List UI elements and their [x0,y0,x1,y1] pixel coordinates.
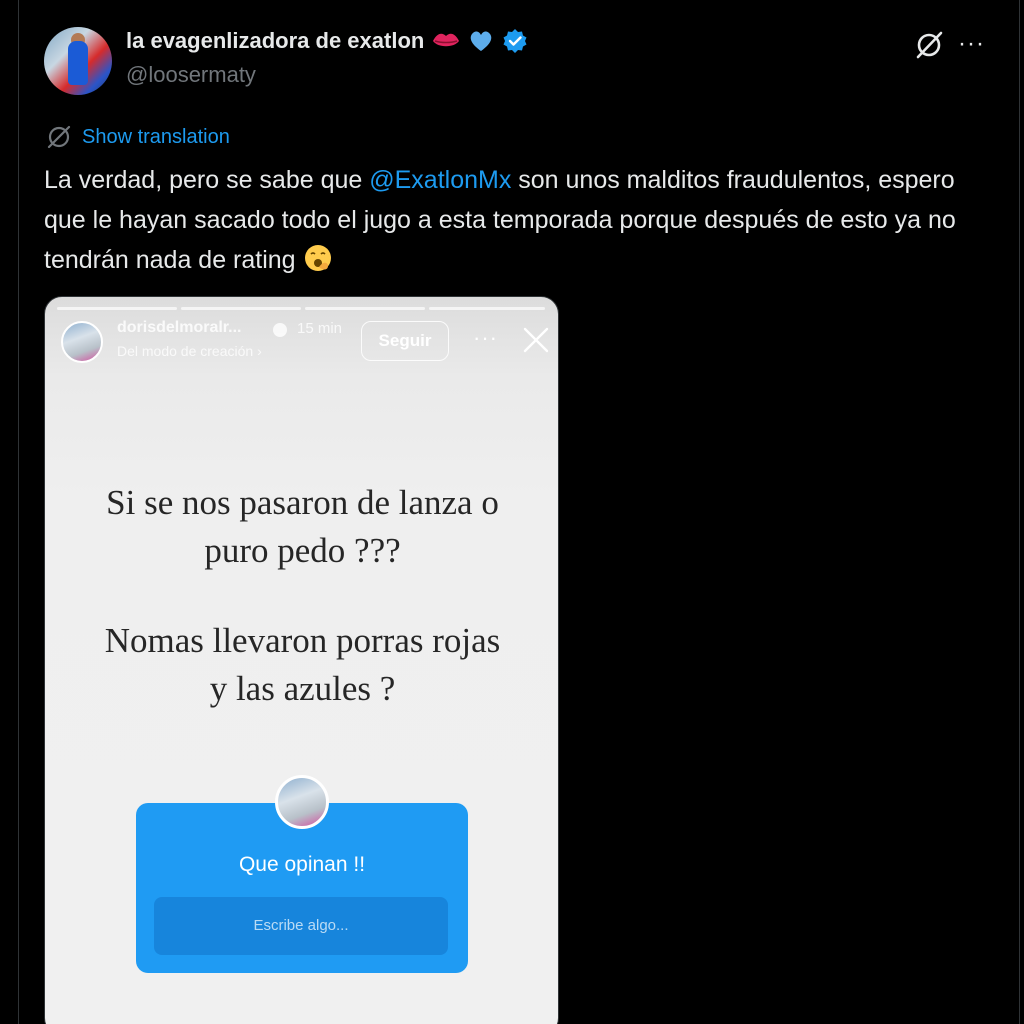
author-avatar[interactable] [44,27,112,95]
story-more-icon: ··· [473,325,498,350]
show-translation-link[interactable]: Show translation [82,126,230,149]
yawning-face-emoji-icon [304,245,331,271]
story-progress-bar [181,307,301,310]
author-handle[interactable]: @loosermaty [126,62,256,88]
tweet-media-image[interactable]: dorisdelmoralr... 15 min Del modo de cre… [44,296,559,1024]
mention-link[interactable]: @ExatlonMx [369,166,511,194]
more-options-icon[interactable]: ··· [958,30,992,58]
story-text-line: puro pedo ??? [204,531,401,570]
story-progress-bar [57,307,177,310]
question-avatar [275,775,329,829]
story-text-line: Nomas llevaron porras rojas [104,621,501,660]
story-username: dorisdelmoralr... [117,319,242,336]
story-subtitle: Del modo de creación › [117,343,262,359]
show-translation-row[interactable]: Show translation [46,124,230,150]
avatar-figure [68,41,88,85]
story-verified-icon [273,323,287,337]
story-close-icon [523,327,549,353]
story-text-line: y las azules ? [209,669,396,708]
display-name-row: la evagenlizadora de exatlon [126,28,528,54]
story-avatar [61,321,103,363]
question-title: Que opinan !! [238,853,366,876]
story-text-line: Si se nos pasaron de lanza o [106,483,499,522]
verified-badge-icon [503,29,527,53]
story-time: 15 min [297,320,343,337]
story-progress-bar [429,307,545,310]
question-input-placeholder: Escribe algo... [154,897,448,955]
translate-icon [47,125,71,149]
lips-emoji-icon [433,33,460,47]
tweet-text: La verdad, pero se sabe que @ExatlonMx s… [44,160,994,280]
blue-heart-icon [471,31,492,51]
display-name[interactable]: la evagenlizadora de exatlon [126,28,424,54]
story-follow-button: Seguir [361,321,449,361]
tweet-text-before: La verdad, pero se sabe que [44,166,370,194]
story-progress-bar [305,307,425,310]
grok-icon[interactable] [914,30,944,60]
